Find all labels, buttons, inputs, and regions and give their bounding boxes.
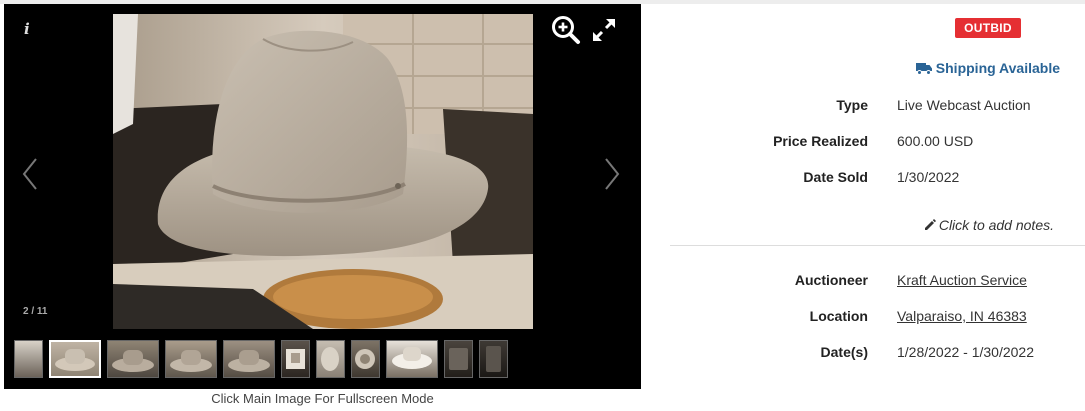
info-icon[interactable]: i bbox=[24, 20, 30, 38]
price-realized-value: 600.00 USD bbox=[897, 133, 974, 149]
hat-photo bbox=[113, 14, 533, 329]
chevron-left-icon[interactable] bbox=[20, 154, 40, 194]
thumbnail[interactable] bbox=[316, 340, 345, 378]
thumbnail[interactable] bbox=[351, 340, 380, 378]
pencil-icon bbox=[924, 219, 936, 230]
dates-value: 1/28/2022 - 1/30/2022 bbox=[897, 344, 1035, 360]
add-notes-text: Click to add notes. bbox=[938, 217, 1054, 233]
dates-label: Date(s) bbox=[820, 344, 868, 360]
thumbnail[interactable] bbox=[444, 340, 473, 378]
fullscreen-hint: Click Main Image For Fullscreen Mode bbox=[211, 391, 434, 406]
fullscreen-icon[interactable] bbox=[590, 16, 618, 44]
type-label: Type bbox=[836, 97, 868, 113]
location-link[interactable]: Valparaiso, IN 46383 bbox=[897, 308, 1027, 324]
auctioneer-label: Auctioneer bbox=[794, 272, 868, 288]
shipping-available: Shipping Available bbox=[915, 60, 1060, 76]
location-label: Location bbox=[809, 308, 868, 324]
thumbnail[interactable] bbox=[479, 340, 508, 378]
thumbnail[interactable] bbox=[386, 340, 438, 378]
shipping-text: Shipping Available bbox=[935, 60, 1060, 76]
main-image[interactable] bbox=[113, 14, 533, 329]
type-value: Live Webcast Auction bbox=[897, 97, 1031, 113]
image-counter: 2 / 11 bbox=[23, 306, 48, 317]
thumbnail[interactable] bbox=[107, 340, 159, 378]
thumbnail-active[interactable] bbox=[49, 340, 101, 378]
add-notes-link[interactable]: Click to add notes. bbox=[924, 217, 1054, 233]
image-viewer: i 2 / 11 bbox=[4, 4, 641, 389]
chevron-right-icon[interactable] bbox=[602, 154, 622, 194]
truck-icon bbox=[915, 63, 932, 75]
thumbnail[interactable] bbox=[223, 340, 275, 378]
price-realized-label: Price Realized bbox=[773, 133, 868, 149]
auctioneer-link[interactable]: Kraft Auction Service bbox=[897, 272, 1027, 288]
thumbnail[interactable] bbox=[165, 340, 217, 378]
thumbnail[interactable] bbox=[14, 340, 43, 378]
divider bbox=[670, 245, 1085, 246]
date-sold-label: Date Sold bbox=[803, 169, 868, 185]
thumbnail[interactable] bbox=[281, 340, 310, 378]
zoom-in-icon[interactable] bbox=[551, 15, 581, 45]
status-badge: OUTBID bbox=[955, 18, 1021, 38]
date-sold-value: 1/30/2022 bbox=[897, 169, 960, 185]
